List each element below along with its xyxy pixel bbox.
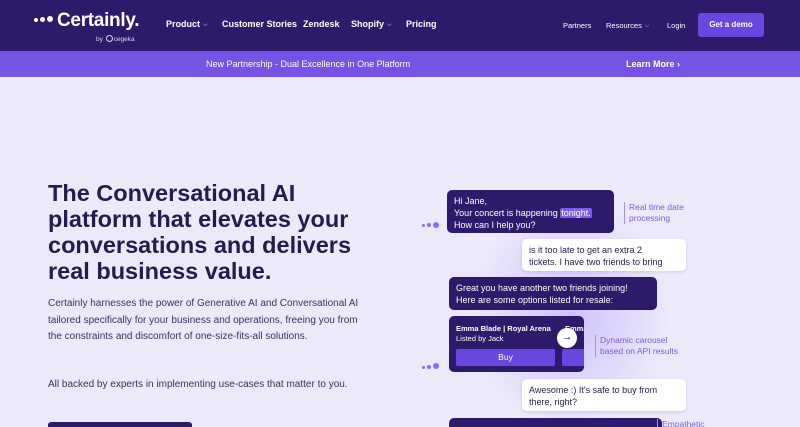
bot-message-greeting: Hi Jane, Your concert is happening tonig… — [447, 190, 614, 233]
brand-subline: by cegeka — [96, 35, 135, 43]
nav-shopify[interactable]: Shopify ⌵ — [351, 19, 392, 29]
annotation-realtime: Real time date processing — [624, 202, 684, 224]
hero-title: The Conversational AI platform that elev… — [48, 180, 352, 284]
chevron-down-icon: ⌵ — [387, 22, 392, 28]
hero-description-secondary: All backed by experts in implementing us… — [48, 379, 348, 390]
annotation-carousel: Dynamic carousel based on API results — [595, 335, 678, 357]
carousel-next-arrow-icon[interactable]: → — [557, 328, 577, 348]
nav-zendesk[interactable]: Zendesk — [303, 19, 340, 29]
nav-pricing[interactable]: Pricing — [406, 19, 437, 29]
brand-name: Certainly. — [57, 10, 140, 31]
nav-customer-stories[interactable]: Customer Stories — [222, 19, 297, 29]
logo-dots-icon — [34, 15, 54, 25]
chevron-down-icon: ⌵ — [203, 22, 208, 28]
user-message-safety: Awesome :) It's safe to buy from there, … — [522, 379, 686, 411]
chevron-right-icon: › — [677, 59, 681, 69]
bot-message-options: Great you have another two friends joini… — [449, 277, 657, 310]
buy-button[interactable] — [562, 349, 584, 366]
top-navigation: Certainly. by cegeka Product ⌵ Customer S… — [0, 0, 800, 51]
nav-resources[interactable]: Resources ⌵ — [606, 21, 649, 30]
user-message-tickets: is it too late to get an extra 2 tickets… — [522, 239, 686, 271]
hero-description: Certainly harnesses the power of Generat… — [48, 298, 359, 342]
certainly-logo[interactable]: Certainly. by cegeka — [34, 10, 144, 43]
buy-button[interactable]: Buy — [456, 349, 555, 366]
nav-product[interactable]: Product ⌵ — [166, 19, 208, 29]
announcement-banner: New Partnership - Dual Excellence in One… — [0, 51, 800, 77]
cegeka-ring-icon — [105, 35, 113, 42]
nav-partners[interactable]: Partners — [563, 21, 591, 30]
annotation-empathetic: Empathetic — [657, 419, 705, 427]
hero-cta-button[interactable] — [48, 422, 192, 427]
banner-text[interactable]: New Partnership - Dual Excellence in One… — [206, 59, 410, 69]
ticket-card-seller: Listed by Jack — [456, 334, 504, 343]
ticket-card-title: Emma Blade | Royal Arena — [456, 324, 551, 333]
chevron-down-icon: ⌵ — [644, 23, 650, 29]
learn-more-link[interactable]: Learn More › — [626, 59, 680, 69]
nav-login[interactable]: Login — [667, 21, 685, 30]
get-demo-button[interactable]: Get a demo — [698, 13, 764, 37]
bot-message-partial — [449, 418, 662, 427]
